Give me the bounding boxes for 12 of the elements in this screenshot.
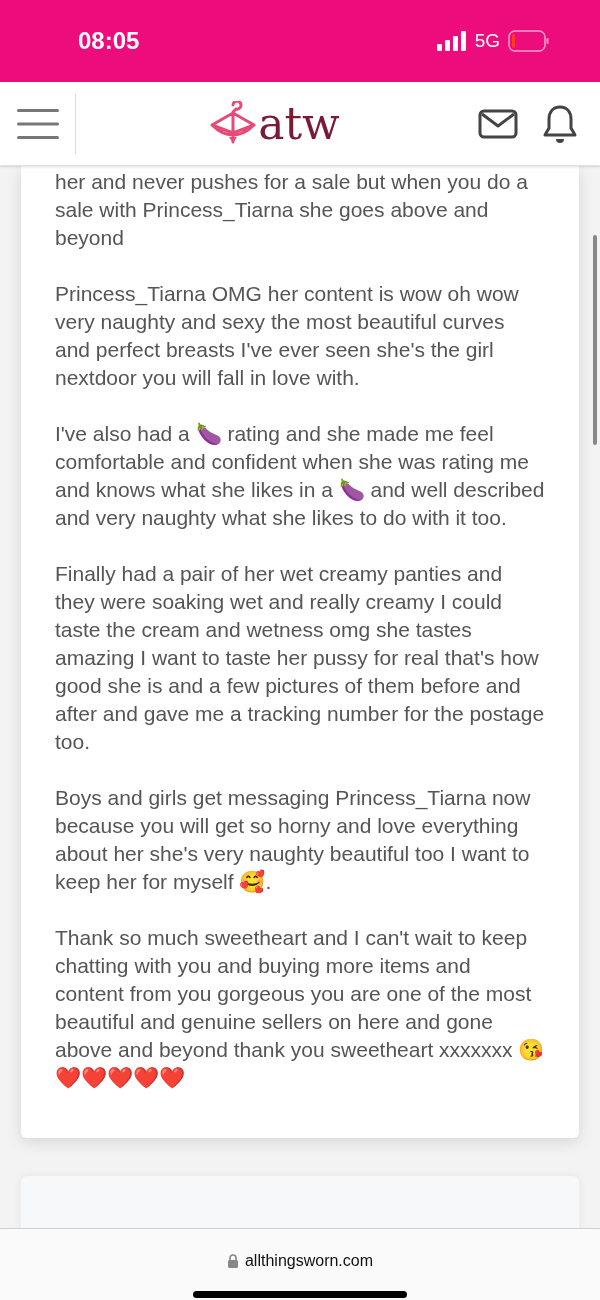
lock-icon — [226, 1254, 239, 1268]
review-paragraph: Finally had a pair of her wet creamy panties and they were soaking wet and really creamy I could taste the cream and wetness omg she tastes amazing I want to taste her pussy for real that's how good she is and a few pictures of them before and after and gave me a tracking number for the postage too. — [55, 561, 545, 755]
review-paragraph: Boys and girls get messaging Princess_Tiarna now because you will get so horny and love everything about her she's very naughty beautiful too I want to keep her for myself 🥰. — [55, 785, 532, 896]
review-paragraph: Princess_Tiarna OMG her content is wow oh wow very naughty and sexy the most beautiful curves and perfect breasts I've ever seen she's the girl nextdoor you will fall in love with. — [55, 281, 520, 391]
network-label: 5G — [474, 28, 500, 53]
review-paragraph: her and never pushes for a sale but when you do a sale with Princess_Tiarna she goes above and beyond — [55, 169, 529, 251]
review-paragraph: I've also had a 🍆 rating and she made me feel comfortable and confident when she was rating me and knows what she likes in a 🍆 and well described and very naughty what she likes to do with it too. — [55, 421, 545, 531]
url-field[interactable]: allthingsworn.com — [226, 1249, 374, 1273]
signal-icon — [436, 31, 467, 51]
menu-icon — [16, 107, 59, 140]
clock-time: 08:05 — [78, 26, 140, 56]
review-paragraph: Thank so much sweetheart and I can't wait to keep chatting with you and buying more items and content from you gorgeous you are one of the most beautiful and genuine sellers on here and gone above and beyond thank you sweetheart xxxxxxx 😘❤❤❤❤❤ — [55, 925, 545, 1091]
